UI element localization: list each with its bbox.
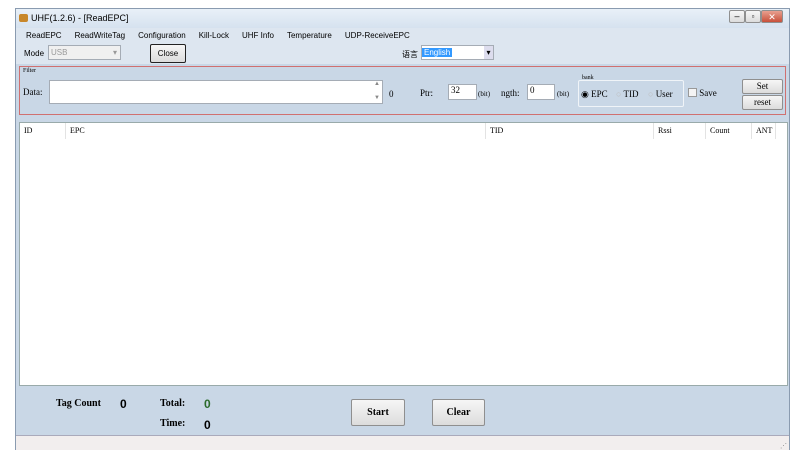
column-epc[interactable]: EPC	[66, 123, 486, 139]
reset-button[interactable]: reset	[742, 95, 783, 110]
menu-kill-lock[interactable]: Kill-Lock	[199, 31, 229, 40]
column-ant[interactable]: ANT	[752, 123, 776, 139]
scroll-up-icon[interactable]: ▲	[374, 81, 380, 87]
save-label: Save	[699, 88, 717, 98]
radio-epc-label: EPC	[591, 89, 608, 99]
bank-label: bank	[582, 75, 594, 81]
toolbar: Mode USB ▾ Close 语言 English ▾	[16, 43, 789, 64]
resize-grip-icon[interactable]: ⋰	[780, 442, 787, 450]
clear-button[interactable]: Clear	[432, 399, 485, 426]
title-bar: UHF(1.2.6) - [ReadEPC] – ▫ ✕	[16, 9, 789, 28]
total-value: 0	[204, 397, 211, 411]
filter-group: Filter Data: ▲ ▼ 0 Ptr: 32 (bit) ngth: 0…	[19, 66, 786, 115]
radio-tid[interactable]: ○ TID	[616, 89, 639, 99]
radio-epc[interactable]: ◉ EPC	[581, 89, 608, 100]
mode-label: Mode	[24, 49, 45, 58]
menu-uhf-info[interactable]: UHF Info	[242, 31, 274, 40]
bank-group: bank ◉ EPC ○ TID ○ User	[578, 75, 684, 107]
ptr-label: Ptr:	[420, 88, 434, 98]
chevron-down-icon: ▾	[112, 48, 117, 57]
language-select[interactable]: English ▾	[421, 45, 494, 60]
column-count[interactable]: Count	[706, 123, 752, 139]
data-input[interactable]	[49, 80, 383, 104]
length-label: ngth:	[501, 88, 520, 98]
column-tid[interactable]: TID	[486, 123, 654, 139]
tag-table[interactable]: ID EPC TID Rssi Count ANT	[19, 122, 788, 386]
set-button[interactable]: Set	[742, 79, 783, 94]
radio-user-label: User	[655, 89, 673, 99]
length-input[interactable]: 0	[527, 84, 555, 100]
app-icon	[19, 14, 28, 22]
time-value: 0	[204, 418, 211, 432]
chevron-down-icon: ▾	[484, 46, 493, 59]
menu-configuration[interactable]: Configuration	[138, 31, 186, 40]
window-title: UHF(1.2.6) - [ReadEPC]	[31, 13, 129, 23]
column-rssi[interactable]: Rssi	[654, 123, 706, 139]
filter-label: Filter	[23, 68, 36, 74]
table-header: ID EPC TID Rssi Count ANT	[20, 123, 787, 139]
total-label: Total:	[160, 398, 186, 409]
time-label: Time:	[160, 418, 186, 429]
save-checkbox[interactable]: Save	[688, 88, 717, 98]
app-window: UHF(1.2.6) - [ReadEPC] – ▫ ✕ ReadEPC Read…	[15, 8, 790, 450]
length-unit: (bit)	[557, 90, 570, 98]
ptr-unit: (bit)	[478, 90, 491, 98]
menu-temperature[interactable]: Temperature	[287, 31, 332, 40]
menu-bar: ReadEPC ReadWriteTag Configuration Kill-Loc…	[16, 28, 789, 43]
menu-readepc[interactable]: ReadEPC	[26, 31, 62, 40]
restore-button[interactable]: ▫	[745, 10, 761, 23]
footer-panel: Tag Count 0 Total: 0 Time: 0 Start Clear	[16, 385, 789, 435]
mode-value: USB	[51, 48, 68, 57]
close-window-button[interactable]: ✕	[761, 10, 783, 23]
menu-udp-receiveepc[interactable]: UDP-ReceiveEPC	[345, 31, 410, 40]
mode-select[interactable]: USB ▾	[48, 45, 121, 60]
status-bar: ⋰	[16, 435, 789, 450]
data-count: 0	[389, 89, 394, 99]
menu-readwritetag[interactable]: ReadWriteTag	[75, 31, 126, 40]
radio-user[interactable]: ○ User	[648, 89, 673, 99]
radio-tid-label: TID	[623, 89, 639, 99]
tag-count-label: Tag Count	[56, 398, 101, 409]
scroll-down-icon[interactable]: ▼	[374, 95, 380, 101]
tag-count-value: 0	[120, 397, 127, 411]
start-button[interactable]: Start	[351, 399, 405, 426]
data-label: Data:	[23, 87, 43, 97]
column-id[interactable]: ID	[20, 123, 66, 139]
language-value: English	[422, 48, 453, 57]
language-label: 语言	[402, 50, 418, 59]
ptr-input[interactable]: 32	[448, 84, 477, 100]
close-button[interactable]: Close	[150, 44, 186, 63]
minimize-button[interactable]: –	[729, 10, 745, 23]
